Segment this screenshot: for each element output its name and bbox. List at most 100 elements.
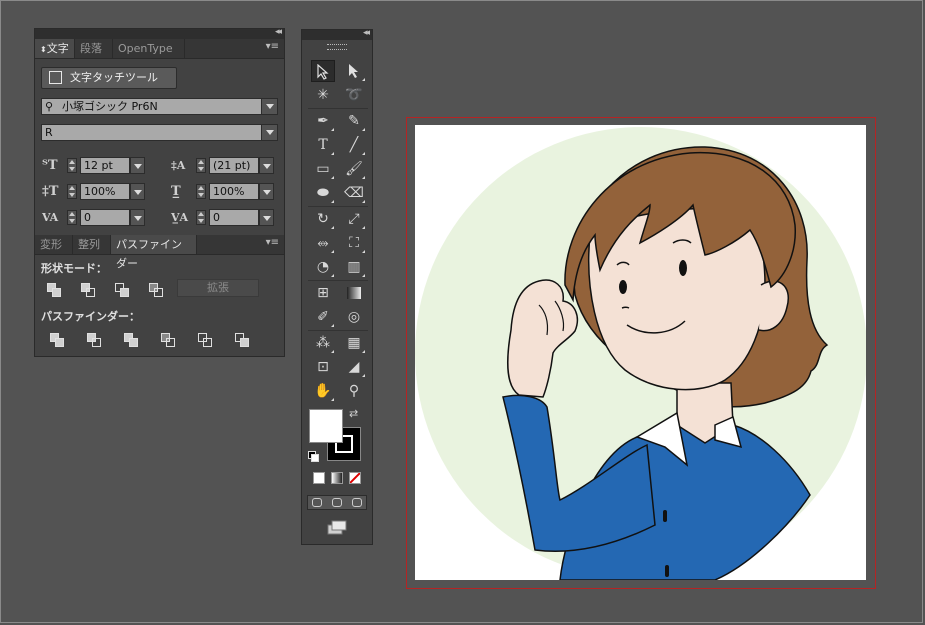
illustration[interactable]: [415, 125, 866, 580]
crop-icon[interactable]: [161, 333, 175, 347]
draw-inside-icon[interactable]: [352, 498, 362, 507]
kerning-input[interactable]: 0: [80, 209, 130, 226]
panel-menu-icon[interactable]: ▾≡: [266, 237, 279, 248]
hand-tool-icon[interactable]: ✋: [311, 380, 335, 402]
panel-menu-icon[interactable]: ▾≡: [266, 41, 279, 52]
vertical-scale-dropdown[interactable]: [130, 183, 145, 200]
font-family-select[interactable]: ⚲ 小塚ゴシック Pr6N: [41, 98, 278, 115]
gradient-tool-icon[interactable]: [342, 282, 366, 304]
eyedropper-tool-icon[interactable]: ✐: [311, 306, 335, 328]
minus-front-icon[interactable]: [81, 283, 95, 297]
tools-collapse-bar[interactable]: ◂◂: [302, 28, 372, 40]
tab-character[interactable]: ⬍文字: [35, 39, 75, 58]
touch-type-tool-button[interactable]: 文字タッチツール: [41, 67, 177, 89]
column-graph-tool-icon[interactable]: ▦: [342, 332, 366, 354]
artboard-tool-icon[interactable]: ⊡: [311, 356, 335, 378]
tab-opentype[interactable]: OpenType: [113, 39, 185, 58]
none-mode-icon[interactable]: [349, 472, 361, 484]
selection-tool-icon[interactable]: [311, 60, 335, 82]
font-size-icon: ᵀT: [42, 158, 58, 173]
vertical-scale-input[interactable]: 100%: [80, 183, 130, 200]
pathfinders-label: パスファインダー：: [41, 310, 140, 323]
expand-button[interactable]: 拡張: [177, 279, 259, 297]
direct-selection-tool-icon[interactable]: [342, 60, 366, 82]
outline-icon[interactable]: [198, 333, 212, 347]
tracking-stepper[interactable]: [196, 210, 206, 225]
draw-modes[interactable]: [307, 495, 367, 510]
line-segment-tool-icon[interactable]: ╱: [342, 134, 366, 156]
tracking-input[interactable]: 0: [209, 209, 259, 226]
intersect-icon[interactable]: [115, 283, 129, 297]
leading-icon: ‡A: [171, 159, 186, 172]
symbol-sprayer-tool-icon[interactable]: ⁂: [311, 332, 335, 354]
color-mode-icon[interactable]: [313, 472, 325, 484]
gradient-mode-icon[interactable]: [331, 472, 343, 484]
button: [665, 565, 669, 577]
slice-tool-icon[interactable]: ◢: [342, 356, 366, 378]
divide-icon[interactable]: [50, 333, 64, 347]
tab-paragraph[interactable]: 段落: [75, 39, 113, 58]
font-size-stepper[interactable]: [67, 158, 77, 173]
character-panel: ◂◂ ⬍文字 段落 OpenType ▾≡ 文字タッチツール ⚲ 小塚ゴシック …: [34, 27, 285, 357]
vertical-scale-icon: ‡T: [42, 184, 59, 199]
rectangle-tool-icon[interactable]: ▭: [311, 158, 335, 180]
panel-collapse-bar[interactable]: ◂◂: [35, 27, 284, 39]
unite-icon[interactable]: [47, 283, 61, 297]
tab-transform[interactable]: 変形: [35, 235, 73, 254]
tab-align[interactable]: 整列: [73, 235, 111, 254]
font-size-input[interactable]: 12 pt: [80, 157, 130, 174]
collapse-icon[interactable]: ◂◂: [275, 27, 282, 37]
blend-tool-icon[interactable]: ◎: [342, 306, 366, 328]
chevron-down-icon[interactable]: [261, 99, 277, 114]
pathfinder-tab-row: 変形 整列 パスファインダー ▾≡: [35, 235, 284, 270]
chevron-down-icon[interactable]: [261, 125, 277, 140]
paintbrush-tool-icon[interactable]: 🖌: [342, 158, 366, 180]
mesh-tool-icon[interactable]: ⊞: [311, 282, 335, 304]
scale-tool-icon[interactable]: ⤢: [342, 208, 366, 230]
font-size-dropdown[interactable]: [130, 157, 145, 174]
touch-type-label: 文字タッチツール: [70, 71, 158, 84]
perspective-grid-tool-icon[interactable]: ▥: [342, 256, 366, 278]
kerning-icon: VA: [42, 211, 59, 224]
shape-builder-tool-icon[interactable]: ◔: [311, 256, 335, 278]
exclude-icon[interactable]: [149, 283, 163, 297]
draw-behind-icon[interactable]: [332, 498, 342, 507]
horizontal-scale-dropdown[interactable]: [259, 183, 274, 200]
horizontal-scale-stepper[interactable]: [196, 184, 206, 199]
leading-stepper[interactable]: [196, 158, 206, 173]
rotate-tool-icon[interactable]: ↻: [311, 208, 335, 230]
font-style-value: R: [45, 126, 53, 139]
default-colors-icon[interactable]: [308, 451, 319, 462]
draw-normal-icon[interactable]: [312, 498, 322, 507]
leading-input[interactable]: (21 pt): [209, 157, 259, 174]
collapse-icon[interactable]: ◂◂: [363, 28, 370, 38]
horizontal-scale-input[interactable]: 100%: [209, 183, 259, 200]
swap-fill-stroke-icon[interactable]: ⇄: [349, 407, 358, 420]
width-tool-icon[interactable]: ⥈: [311, 232, 335, 254]
screen-mode-icon[interactable]: [326, 520, 348, 536]
curvature-pen-tool-icon[interactable]: ✎: [342, 110, 366, 132]
fill-swatch[interactable]: [309, 409, 343, 443]
shape-modes-label: 形状モード：: [41, 262, 107, 275]
zoom-tool-icon[interactable]: ⚲: [342, 380, 366, 402]
blob-brush-tool-icon[interactable]: ⬬: [311, 182, 335, 204]
lasso-tool-icon[interactable]: ➰: [342, 84, 366, 106]
leading-dropdown[interactable]: [259, 157, 274, 174]
eraser-tool-icon[interactable]: ⌫: [342, 182, 366, 204]
horizontal-scale-icon: T̲: [171, 184, 181, 199]
type-tool-icon[interactable]: T: [311, 134, 335, 156]
kerning-dropdown[interactable]: [130, 209, 145, 226]
button: [663, 510, 667, 522]
tab-pathfinder[interactable]: パスファインダー: [111, 235, 197, 270]
free-transform-tool-icon[interactable]: ⛶: [342, 232, 366, 254]
tracking-dropdown[interactable]: [259, 209, 274, 226]
kerning-stepper[interactable]: [67, 210, 77, 225]
merge-icon[interactable]: [124, 333, 138, 347]
trim-icon[interactable]: [87, 333, 101, 347]
minus-back-icon[interactable]: [235, 333, 249, 347]
panel-grip[interactable]: [327, 44, 347, 50]
font-style-select[interactable]: R: [41, 124, 278, 141]
magic-wand-tool-icon[interactable]: ✳: [311, 84, 335, 106]
vertical-scale-stepper[interactable]: [67, 184, 77, 199]
pen-tool-icon[interactable]: ✒: [311, 110, 335, 132]
